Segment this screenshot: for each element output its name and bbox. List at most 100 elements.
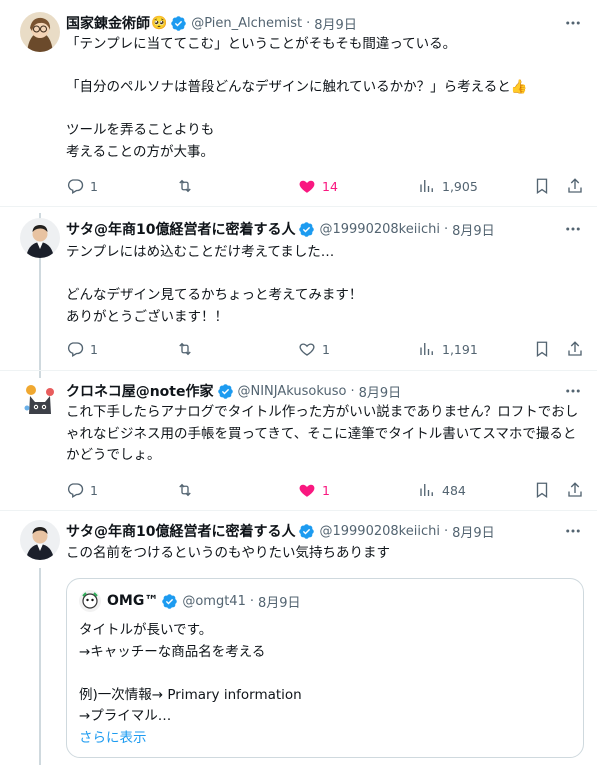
reply-icon xyxy=(67,179,84,194)
like-button[interactable]: 14 xyxy=(298,174,338,198)
verified-badge-icon xyxy=(299,221,315,237)
share-icon xyxy=(568,341,582,356)
tweet-header: サタ@年商10億経営者に密着する人 @19990208keiichi · 8月9… xyxy=(66,218,557,240)
retweet-button[interactable] xyxy=(176,337,200,361)
tweet-header: 国家錬金術師 🥺 @Pien_Alchemist · 8月9日 xyxy=(66,12,557,34)
tweet-line: この名前をつけるというのもやりたい気持ちあります xyxy=(66,545,390,561)
separator: · xyxy=(443,523,449,539)
display-name[interactable]: クロネコ屋@note作家 xyxy=(66,381,214,401)
avatar[interactable] xyxy=(20,218,60,258)
tweet-line xyxy=(66,264,586,286)
quote-line: →プライマル… xyxy=(79,708,172,724)
reply-count: 1 xyxy=(90,341,98,357)
like-icon xyxy=(299,484,315,497)
retweet-icon xyxy=(179,179,191,193)
retweet-icon xyxy=(179,483,191,497)
tweet-header: クロネコ屋@note作家 @NINJAkusokuso · 8月9日 xyxy=(66,380,557,402)
views-icon xyxy=(420,484,433,496)
tweet-paragraph: これ下手したらアナログでタイトル作った方がいい説までありません？ロフトでおしゃれ… xyxy=(66,404,579,463)
reply-button[interactable]: 1 xyxy=(66,478,98,502)
separator: · xyxy=(350,383,355,399)
views-button[interactable]: 1,191 xyxy=(418,337,478,361)
show-more-link[interactable]: さらに表示 xyxy=(79,728,302,750)
bookmark-button[interactable] xyxy=(533,337,557,361)
reply-icon xyxy=(67,342,84,357)
share-button[interactable] xyxy=(566,337,590,361)
quote-handle[interactable]: @omgt41 xyxy=(182,594,246,609)
verified-badge-icon xyxy=(217,383,233,399)
like-icon xyxy=(299,180,315,193)
like-count: 14 xyxy=(322,178,338,194)
timestamp[interactable]: 8月9日 xyxy=(359,382,402,401)
timestamp[interactable]: 8月9日 xyxy=(314,14,357,33)
quote-line xyxy=(79,663,302,685)
handle[interactable]: @NINJAkusokuso xyxy=(238,384,347,399)
views-button[interactable]: 1,905 xyxy=(418,174,478,198)
avatar[interactable] xyxy=(20,380,60,420)
like-button[interactable]: 1 xyxy=(298,337,330,361)
reply-button[interactable]: 1 xyxy=(66,337,98,361)
quote-line: タイトルが長いです。 xyxy=(79,622,213,638)
tweet-text: これ下手したらアナログでタイトル作った方がいい説までありません？ロフトでおしゃれ… xyxy=(66,402,580,467)
display-name[interactable]: 国家錬金術師 xyxy=(66,13,150,33)
share-button[interactable] xyxy=(566,174,590,198)
tweet[interactable]: サタ@年商10億経営者に密着する人 @19990208keiichi · 8月9… xyxy=(0,206,597,370)
tweet-text: この名前をつけるというのもやりたい気持ちあります xyxy=(66,543,586,565)
verified-badge-icon xyxy=(162,593,178,609)
view-count: 484 xyxy=(442,482,466,498)
reply-icon xyxy=(67,483,84,498)
bookmark-icon xyxy=(536,178,548,195)
tweet-line: テンプレにはめ込むことだけ考えてました… xyxy=(66,244,335,260)
more-icon[interactable] xyxy=(561,520,585,542)
views-button[interactable]: 484 xyxy=(418,478,466,502)
reply-button[interactable]: 1 xyxy=(66,174,98,198)
more-icon[interactable] xyxy=(561,12,585,34)
action-bar: 1 1 484 xyxy=(66,478,586,502)
bookmark-icon xyxy=(536,482,548,499)
handle[interactable]: @Pien_Alchemist xyxy=(191,16,302,31)
more-icon[interactable] xyxy=(561,218,585,240)
quoted-tweet[interactable]: OMG™ @omgt41 · 8月9日 タイトルが長いです。 →キャッチーな商品… xyxy=(66,578,584,758)
tweet-line xyxy=(66,56,586,78)
retweet-button[interactable] xyxy=(176,174,200,198)
avatar[interactable] xyxy=(20,12,60,52)
verified-badge-icon xyxy=(299,523,315,539)
bookmark-button[interactable] xyxy=(533,478,557,502)
views-icon xyxy=(420,343,433,355)
tweet-line xyxy=(66,99,586,121)
separator: · xyxy=(443,221,449,237)
tweet[interactable]: サタ@年商10億経営者に密着する人 @19990208keiichi · 8月9… xyxy=(0,510,597,765)
handle[interactable]: @19990208keiichi xyxy=(319,222,439,237)
quote-line: →キャッチーな商品名を考える xyxy=(79,643,266,660)
action-bar: 1 14 1,905 xyxy=(66,174,586,198)
tweet[interactable]: 国家錬金術師 🥺 @Pien_Alchemist · 8月9日 「テンプレに当て… xyxy=(0,0,597,206)
tweet-line: どんなデザイン見てるかちょっと考えてみます！ xyxy=(66,287,363,303)
verified-badge-icon xyxy=(171,15,186,31)
tweet-line: 「自分のペルソナは普段どんなデザインに触れているかか？」ら考えると👍 xyxy=(66,79,528,95)
timestamp[interactable]: 8月9日 xyxy=(452,220,495,239)
timestamp[interactable]: 8月9日 xyxy=(452,522,495,541)
like-count: 1 xyxy=(322,341,330,357)
quote-display-name[interactable]: OMG™ xyxy=(107,593,158,609)
avatar[interactable] xyxy=(20,520,60,560)
reply-count: 1 xyxy=(90,178,98,194)
share-button[interactable] xyxy=(566,478,590,502)
quote-avatar xyxy=(79,590,101,612)
quote-header: OMG™ @omgt41 · 8月9日 xyxy=(79,590,301,612)
tweet-text: 「テンプレに当ててこむ」ということがそもそも間違っている。 「自分のペルソナは普… xyxy=(66,34,586,163)
separator: · xyxy=(249,593,254,609)
separator: · xyxy=(306,15,311,31)
tweet[interactable]: クロネコ屋@note作家 @NINJAkusokuso · 8月9日 これ下手し… xyxy=(0,370,597,510)
quote-text: タイトルが長いです。 →キャッチーな商品名を考える 例)一次情報→ Primar… xyxy=(79,620,302,749)
handle[interactable]: @19990208keiichi xyxy=(319,524,439,539)
like-icon xyxy=(299,343,315,356)
like-button[interactable]: 1 xyxy=(298,478,330,502)
tweet-line: 考えることの方が大事。 xyxy=(66,143,214,160)
quote-timestamp[interactable]: 8月9日 xyxy=(258,592,301,611)
bookmark-button[interactable] xyxy=(533,174,557,198)
tweet-line: ツールを弄ることよりも xyxy=(66,122,215,138)
more-icon[interactable] xyxy=(561,380,585,402)
display-name[interactable]: サタ@年商10億経営者に密着する人 xyxy=(66,219,295,239)
retweet-button[interactable] xyxy=(176,478,200,502)
display-name[interactable]: サタ@年商10億経営者に密着する人 xyxy=(66,521,295,541)
